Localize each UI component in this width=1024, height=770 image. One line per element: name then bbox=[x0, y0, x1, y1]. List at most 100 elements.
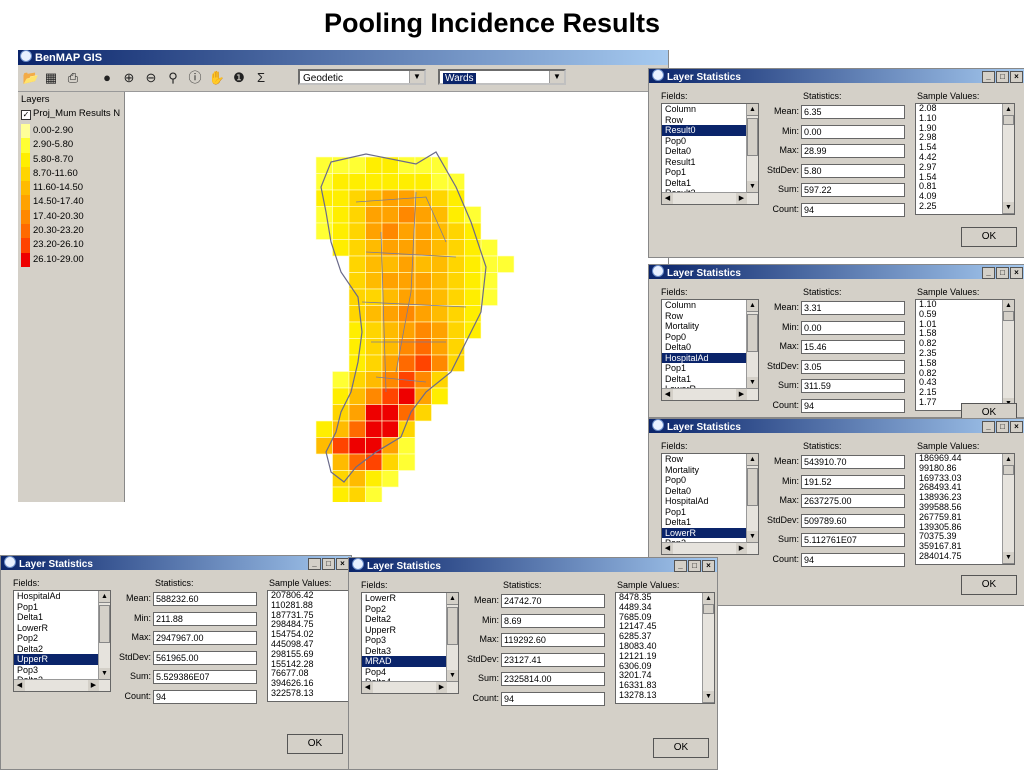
sum-field[interactable]: 5.529386E07 bbox=[153, 670, 257, 684]
map-grid-cell[interactable] bbox=[332, 206, 350, 224]
map-grid-cell[interactable] bbox=[348, 437, 366, 455]
scroll-down-icon[interactable]: ▼ bbox=[1003, 552, 1014, 564]
map-grid-cell[interactable] bbox=[365, 239, 383, 257]
map-grid-cell[interactable] bbox=[348, 338, 366, 356]
map-grid-cell[interactable] bbox=[365, 371, 383, 389]
field-list-item[interactable]: Column bbox=[662, 104, 758, 115]
field-list-item[interactable]: UpperR bbox=[14, 654, 110, 665]
map-grid-cell[interactable] bbox=[381, 222, 399, 240]
save-icon[interactable]: ▦ bbox=[42, 69, 60, 87]
field-list-item[interactable]: Pop3 bbox=[14, 665, 110, 676]
field-list-item[interactable]: Delta0 bbox=[662, 342, 758, 353]
field-list-item[interactable]: LowerR bbox=[662, 527, 758, 538]
map-grid-cell[interactable] bbox=[381, 420, 399, 438]
fields-hscrollbar[interactable]: ◀ ▶ bbox=[662, 542, 747, 554]
map-grid-cell[interactable] bbox=[398, 437, 416, 455]
fields-list[interactable]: LowerR Pop2 Delta2 UpperR Pop3 Delta3 MRAD Pop4… bbox=[361, 592, 459, 694]
field-list-item[interactable]: Column bbox=[662, 300, 758, 311]
maximize-icon[interactable]: □ bbox=[688, 560, 701, 572]
map-grid-cell[interactable] bbox=[447, 354, 465, 372]
checkbox-icon[interactable]: ✓ bbox=[21, 110, 31, 120]
chevron-down-icon[interactable]: ▼ bbox=[409, 71, 424, 83]
max-field[interactable]: 2637275.00 bbox=[801, 494, 905, 508]
map-grid-cell[interactable] bbox=[447, 239, 465, 257]
field-list-item[interactable]: Pop0 bbox=[662, 136, 758, 147]
scroll-thumb[interactable] bbox=[1003, 115, 1014, 125]
map-grid-cell[interactable] bbox=[414, 222, 432, 240]
layer-item[interactable]: ✓ Proj_Mum Results N bbox=[18, 107, 124, 121]
scroll-down-icon[interactable]: ▼ bbox=[1003, 202, 1014, 214]
map-grid-cell[interactable] bbox=[464, 206, 482, 224]
map-grid-cell[interactable] bbox=[398, 206, 416, 224]
map-grid-cell[interactable] bbox=[315, 206, 333, 224]
map-grid-cell[interactable] bbox=[414, 255, 432, 273]
scroll-left-icon[interactable]: ◀ bbox=[14, 680, 25, 691]
field-list-item[interactable]: Pop1 bbox=[662, 167, 758, 178]
fields-hscrollbar[interactable]: ◀ ▶ bbox=[14, 679, 99, 691]
map-grid-cell[interactable] bbox=[398, 156, 416, 174]
map-grid-cell[interactable] bbox=[447, 222, 465, 240]
map-grid-cell[interactable] bbox=[464, 255, 482, 273]
field-list-item[interactable]: Row bbox=[662, 454, 758, 465]
scroll-left-icon[interactable]: ◀ bbox=[662, 193, 673, 204]
minimize-icon[interactable]: _ bbox=[982, 421, 995, 433]
map-grid-cell[interactable] bbox=[348, 404, 366, 422]
map-grid-cell[interactable] bbox=[431, 272, 449, 290]
sum-field[interactable]: 311.59 bbox=[801, 379, 905, 393]
map-grid-cell[interactable] bbox=[381, 305, 399, 323]
field-list-item[interactable]: HospitalAd bbox=[662, 496, 758, 507]
map-grid-cell[interactable] bbox=[348, 321, 366, 339]
fields-list[interactable]: Row Mortality Pop0 Delta0 HospitalAd Pop1 Delt… bbox=[661, 453, 759, 555]
max-field[interactable]: 2947967.00 bbox=[153, 631, 257, 645]
map-grid-cell[interactable] bbox=[365, 387, 383, 405]
projection-select[interactable]: Geodetic ▼ bbox=[298, 69, 426, 85]
field-list-item[interactable]: Pop1 bbox=[14, 602, 110, 613]
map-grid-cell[interactable] bbox=[464, 321, 482, 339]
field-list-item[interactable]: Delta2 bbox=[14, 644, 110, 655]
map-grid-cell[interactable] bbox=[398, 288, 416, 306]
count-field[interactable]: 94 bbox=[801, 398, 905, 413]
field-list-item[interactable]: Pop1 bbox=[662, 363, 758, 374]
map-grid-cell[interactable] bbox=[348, 206, 366, 224]
map-grid-cell[interactable] bbox=[365, 173, 383, 191]
scroll-right-icon[interactable]: ▶ bbox=[736, 389, 747, 400]
stddev-field[interactable]: 23127.41 bbox=[501, 652, 605, 667]
map-grid-cell[interactable] bbox=[381, 189, 399, 207]
map-grid-cell[interactable] bbox=[431, 173, 449, 191]
print-icon[interactable]: ⎙ bbox=[64, 69, 82, 87]
mean-field[interactable]: 588232.60 bbox=[153, 592, 257, 606]
field-list-item[interactable]: MRAD bbox=[362, 656, 458, 667]
sum-field[interactable]: 2325814.00 bbox=[501, 672, 605, 686]
map-grid-cell[interactable] bbox=[414, 239, 432, 257]
minimize-icon[interactable]: _ bbox=[982, 267, 995, 279]
fields-hscrollbar[interactable]: ◀ ▶ bbox=[362, 681, 447, 693]
layer-select[interactable]: Wards ▼ bbox=[438, 69, 566, 85]
scroll-left-icon[interactable]: ◀ bbox=[662, 543, 673, 554]
map-grid-cell[interactable] bbox=[398, 387, 416, 405]
minimize-icon[interactable]: _ bbox=[308, 558, 321, 570]
globe-icon[interactable]: ● bbox=[98, 69, 116, 87]
map-grid-cell[interactable] bbox=[480, 239, 498, 257]
map-grid-cell[interactable] bbox=[447, 272, 465, 290]
map-grid-cell[interactable] bbox=[431, 239, 449, 257]
map-grid-cell[interactable] bbox=[431, 354, 449, 372]
map-grid-cell[interactable] bbox=[414, 305, 432, 323]
map-grid-cell[interactable] bbox=[365, 189, 383, 207]
map-grid-cell[interactable] bbox=[398, 354, 416, 372]
count-field[interactable]: 94 bbox=[801, 552, 905, 567]
sample-values-list[interactable]: 186969.44 99180.86 169733.03 268493.41 13893… bbox=[915, 453, 1015, 565]
maximize-icon[interactable]: □ bbox=[996, 71, 1009, 83]
map-grid-cell[interactable] bbox=[414, 206, 432, 224]
map-grid-cell[interactable] bbox=[398, 272, 416, 290]
map-grid-cell[interactable] bbox=[447, 189, 465, 207]
samples-scrollbar[interactable]: ▲▼ bbox=[1002, 454, 1014, 564]
min-field[interactable]: 8.69 bbox=[501, 613, 605, 628]
map-grid-cell[interactable] bbox=[332, 486, 350, 504]
ok-button[interactable]: OK bbox=[961, 575, 1017, 595]
field-list-item[interactable]: LowerR bbox=[362, 593, 458, 604]
mean-field[interactable]: 3.31 bbox=[801, 301, 905, 315]
count-field[interactable]: 94 bbox=[501, 691, 605, 706]
map-grid-cell[interactable] bbox=[348, 288, 366, 306]
field-list-item[interactable]: Result0 bbox=[662, 125, 758, 136]
map-grid-cell[interactable] bbox=[365, 420, 383, 438]
